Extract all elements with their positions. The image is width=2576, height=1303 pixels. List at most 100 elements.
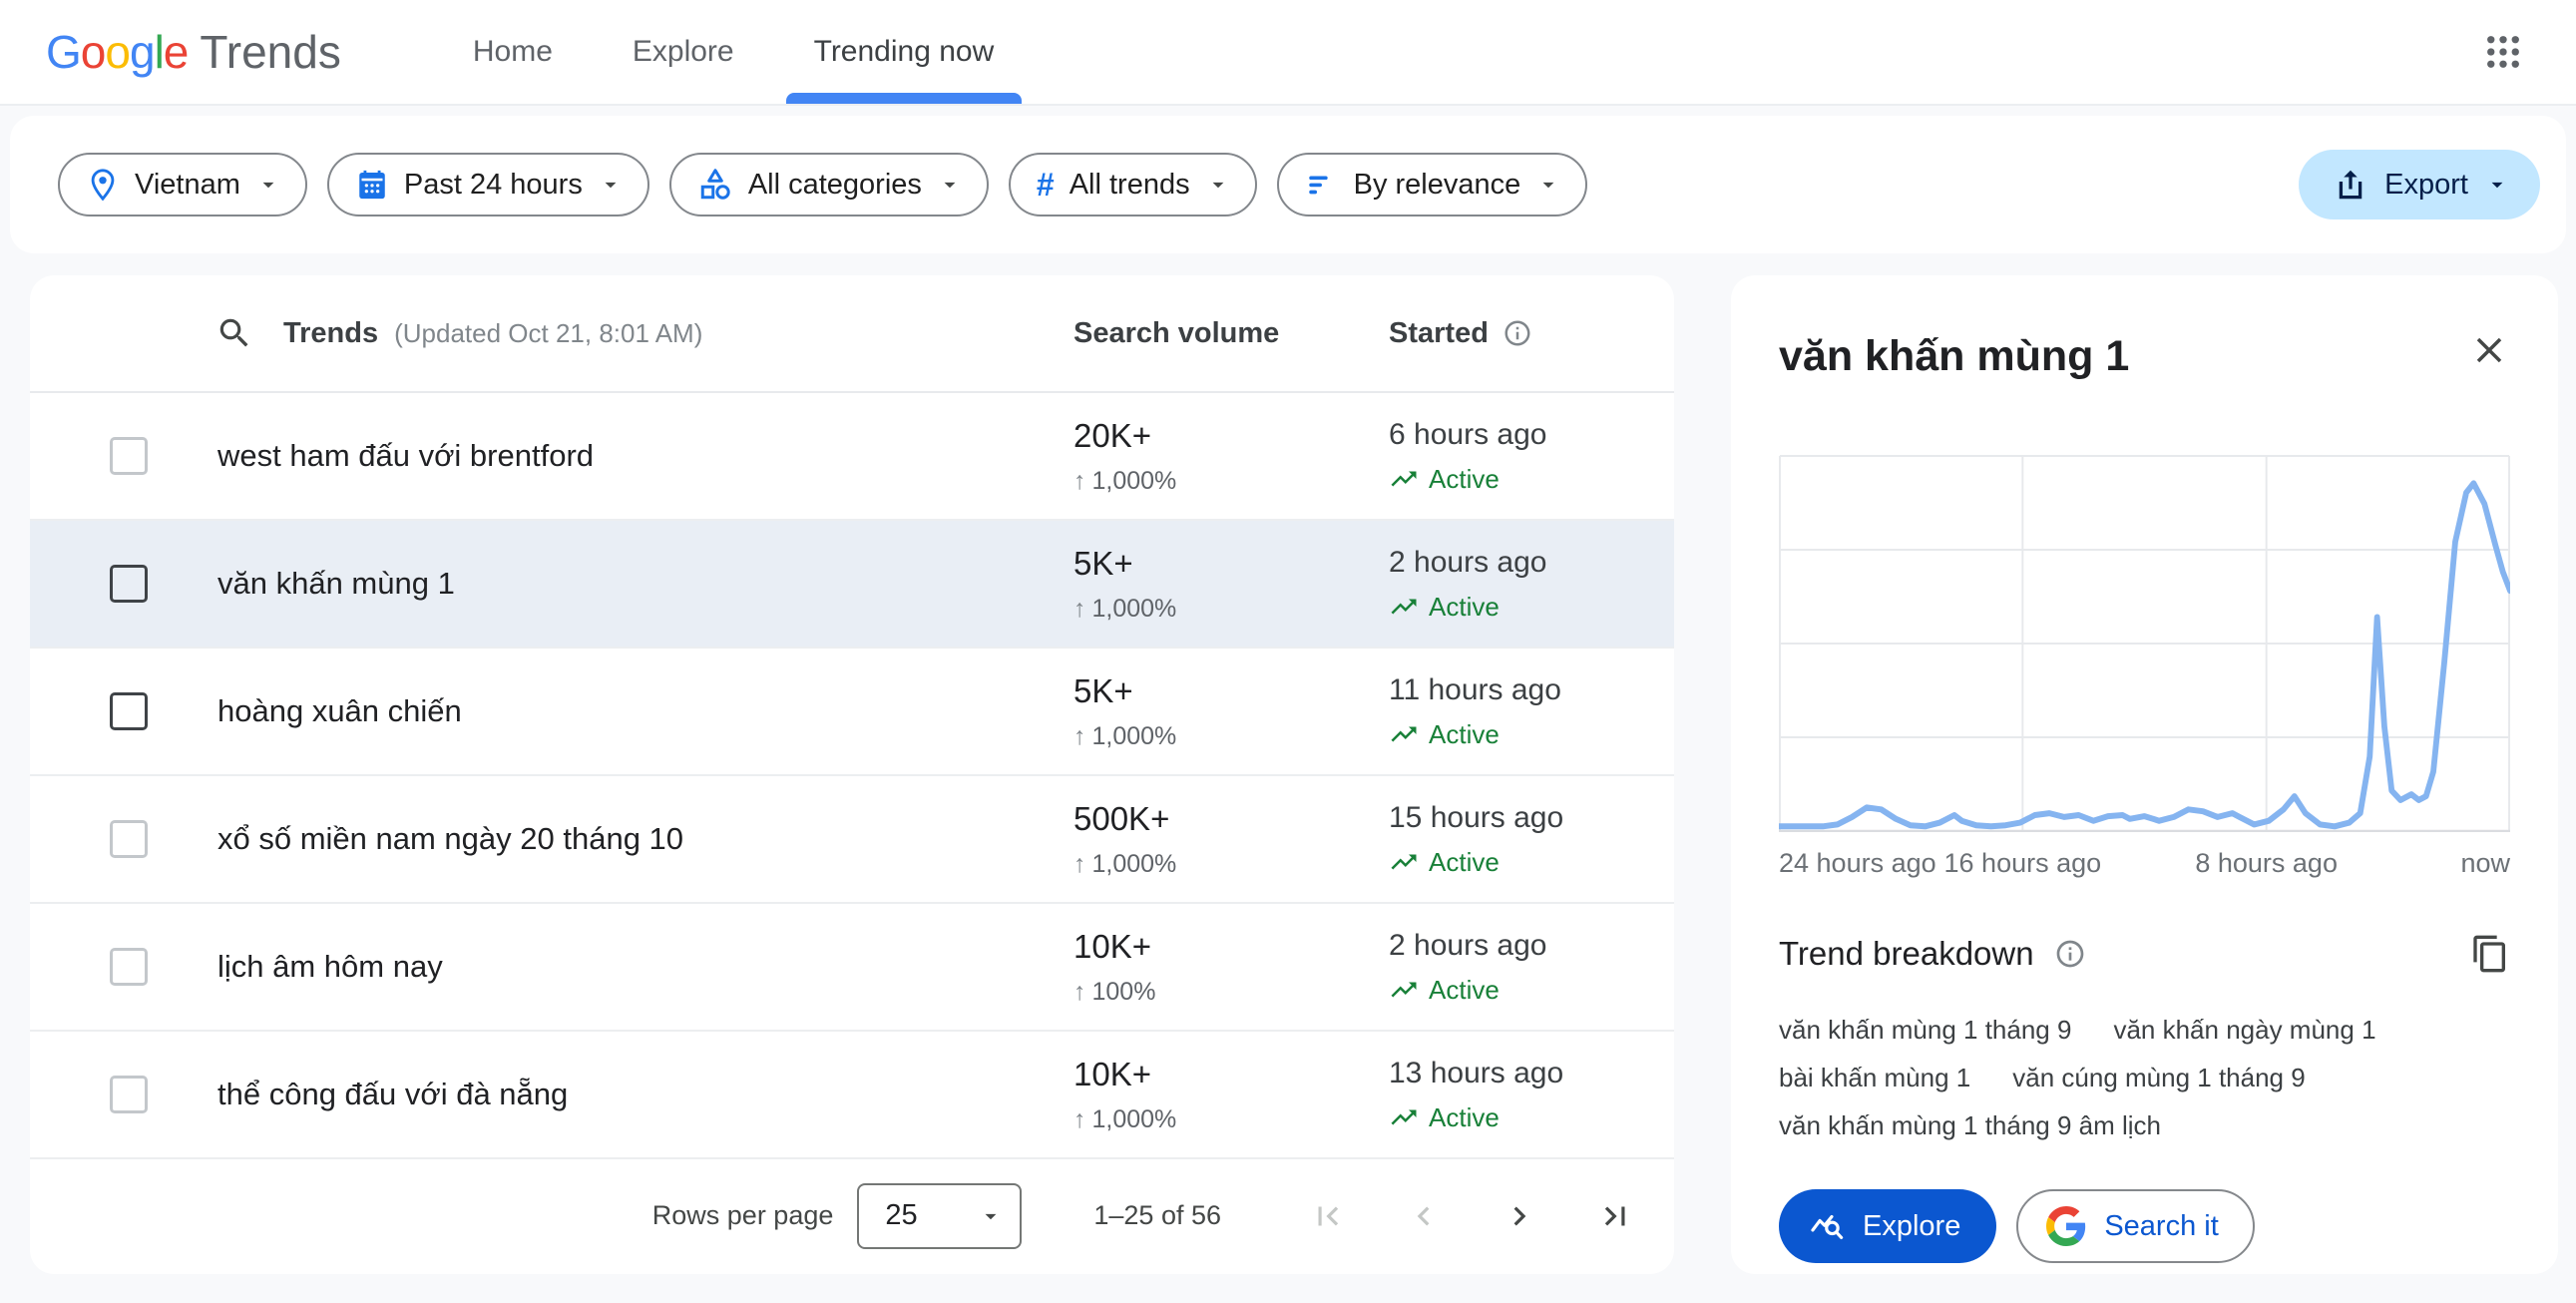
started-cell: 2 hours ago Active (1389, 929, 1674, 1006)
nav-item-trending-now[interactable]: Trending now (774, 0, 1035, 104)
google-trends-logo[interactable]: Google Trends (46, 25, 341, 79)
nav-item-explore[interactable]: Explore (593, 0, 774, 104)
search-volume-cell: 500K+ ↑1,000% (1073, 800, 1389, 879)
filter-sort[interactable]: By relevance (1277, 153, 1588, 217)
trending-up-icon (1389, 719, 1419, 749)
row-checkbox[interactable] (110, 692, 148, 730)
pagination-range: 1–25 of 56 (1093, 1200, 1221, 1231)
trend-term: xổ số miền nam ngày 20 tháng 10 (217, 821, 683, 857)
calendar-icon (355, 168, 389, 202)
filter-time-range[interactable]: Past 24 hours (327, 153, 649, 217)
chevron-left-icon (1405, 1197, 1443, 1235)
breakdown-term[interactable]: bài khấn mùng 1 (1779, 1063, 1970, 1093)
trend-breakdown-title: Trend breakdown (1779, 935, 2034, 973)
apps-grid-icon (2482, 31, 2524, 73)
chevron-down-icon (255, 172, 281, 198)
info-icon[interactable] (1503, 318, 1532, 348)
trending-up-icon (1389, 464, 1419, 494)
chevron-right-icon (1501, 1197, 1538, 1235)
breakdown-term[interactable]: văn khấn mùng 1 tháng 9 âm lịch (1779, 1110, 2161, 1141)
row-checkbox[interactable] (110, 1076, 148, 1113)
chart-x-axis-labels: 24 hours ago16 hours ago8 hours agonow (1779, 848, 2510, 884)
last-page-icon (1596, 1197, 1634, 1235)
breakdown-term[interactable]: văn khấn mùng 1 tháng 9 (1779, 1015, 2071, 1046)
started-value: 6 hours ago (1389, 418, 1674, 452)
filter-bar: Vietnam Past 24 hours All categories (10, 116, 2566, 253)
volume-delta: ↑100% (1073, 978, 1389, 1007)
breakdown-term-row: bài khấn mùng 1 văn cúng mùng 1 tháng 9 (1779, 1054, 2510, 1101)
sparkline-series (1779, 483, 2510, 826)
volume-delta: ↑1,000% (1073, 467, 1389, 496)
table-rows: west ham đấu với brentford 20K+ ↑1,000% … (30, 393, 1674, 1159)
last-page-button[interactable] (1596, 1197, 1634, 1235)
row-checkbox[interactable] (110, 437, 148, 475)
breakdown-term[interactable]: văn khấn ngày mùng 1 (2113, 1015, 2375, 1046)
started-value: 11 hours ago (1389, 673, 1674, 707)
status-badge: Active (1389, 847, 1674, 878)
close-panel-button[interactable] (2468, 329, 2510, 371)
search-volume-cell: 10K+ ↑100% (1073, 928, 1389, 1007)
filter-trend-type[interactable]: # All trends (1009, 153, 1257, 217)
search-volume-cell: 5K+ ↑1,000% (1073, 672, 1389, 751)
started-value: 13 hours ago (1389, 1057, 1674, 1090)
trending-up-icon (1389, 847, 1419, 877)
breakdown-term[interactable]: văn cúng mùng 1 tháng 9 (2012, 1063, 2305, 1093)
pager-controls (1309, 1197, 1634, 1235)
row-checkbox[interactable] (110, 820, 148, 858)
table-pagination: Rows per page 25 1–25 of 56 (30, 1159, 1674, 1272)
started-value: 2 hours ago (1389, 929, 1674, 963)
next-page-button[interactable] (1501, 1197, 1538, 1235)
table-row[interactable]: hoàng xuân chiến 5K+ ↑1,000% 11 hours ag… (30, 649, 1674, 776)
explore-trends-icon (1809, 1207, 1847, 1245)
search-it-button[interactable]: Search it (2016, 1189, 2254, 1263)
search-volume-value: 10K+ (1073, 928, 1389, 966)
table-header: Trends (Updated Oct 21, 8:01 AM) Search … (30, 275, 1674, 393)
column-header-started[interactable]: Started (1389, 317, 1674, 350)
copy-terms-button[interactable] (2470, 934, 2510, 974)
column-header-search-volume[interactable]: Search volume (1073, 317, 1389, 350)
row-checkbox[interactable] (110, 565, 148, 603)
explore-button[interactable]: Explore (1779, 1189, 1996, 1263)
started-cell: 11 hours ago Active (1389, 673, 1674, 750)
up-arrow-icon: ↑ (1073, 978, 1086, 1007)
table-row[interactable]: thể công đấu với đà nẵng 10K+ ↑1,000% 13… (30, 1032, 1674, 1159)
filter-location[interactable]: Vietnam (58, 153, 307, 217)
info-icon[interactable] (2054, 938, 2086, 970)
search-volume-value: 500K+ (1073, 800, 1389, 838)
table-updated-timestamp: (Updated Oct 21, 8:01 AM) (394, 318, 702, 349)
table-row[interactable]: xổ số miền nam ngày 20 tháng 10 500K+ ↑1… (30, 776, 1674, 904)
panel-actions: Explore Search it (1779, 1189, 2510, 1263)
previous-page-button[interactable] (1405, 1197, 1443, 1235)
table-row[interactable]: west ham đấu với brentford 20K+ ↑1,000% … (30, 393, 1674, 521)
nav-item-home[interactable]: Home (433, 0, 593, 104)
search-volume-cell: 20K+ ↑1,000% (1073, 417, 1389, 496)
started-cell: 2 hours ago Active (1389, 546, 1674, 623)
export-button[interactable]: Export (2299, 150, 2540, 219)
google-wordmark: Google (46, 25, 188, 79)
trend-term: lịch âm hôm nay (217, 949, 443, 985)
filter-categories[interactable]: All categories (669, 153, 989, 217)
volume-delta: ↑1,000% (1073, 595, 1389, 624)
chevron-down-icon (1205, 172, 1231, 198)
volume-delta: ↑1,000% (1073, 1105, 1389, 1134)
sort-icon (1305, 168, 1339, 202)
trending-up-icon (1389, 975, 1419, 1005)
search-volume-cell: 5K+ ↑1,000% (1073, 545, 1389, 624)
status-badge: Active (1389, 1102, 1674, 1133)
table-row[interactable]: lịch âm hôm nay 10K+ ↑100% 2 hours ago A… (30, 904, 1674, 1032)
chevron-down-icon (937, 172, 963, 198)
search-volume-value: 5K+ (1073, 672, 1389, 710)
table-row[interactable]: văn khấn mùng 1 5K+ ↑1,000% 2 hours ago … (30, 521, 1674, 649)
filter-chips: Vietnam Past 24 hours All categories (58, 153, 1587, 217)
trend-term: văn khấn mùng 1 (217, 566, 455, 602)
trend-chart: 24 hours ago16 hours ago8 hours agonow (1779, 455, 2510, 884)
first-page-icon (1309, 1197, 1347, 1235)
status-badge: Active (1389, 464, 1674, 495)
google-apps-grid-icon[interactable] (2470, 19, 2536, 85)
first-page-button[interactable] (1309, 1197, 1347, 1235)
breakdown-term-row: văn khấn mùng 1 tháng 9 âm lịch (1779, 1101, 2510, 1149)
google-g-icon (2046, 1206, 2086, 1246)
rows-per-page-select[interactable]: 25 (857, 1183, 1022, 1249)
row-checkbox[interactable] (110, 948, 148, 986)
panel-title: văn khấn mùng 1 (1779, 329, 2129, 383)
